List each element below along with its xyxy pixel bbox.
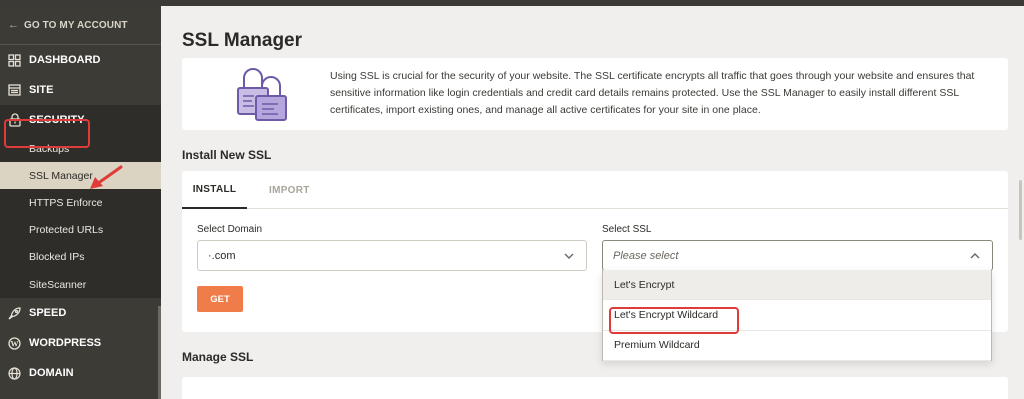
padlocks-illustration-icon: [237, 68, 287, 121]
window-icon: [6, 83, 23, 97]
install-ssl-heading: Install New SSL: [182, 148, 272, 162]
wildcard-highlight-box: [609, 307, 739, 334]
tab-import[interactable]: IMPORT: [269, 171, 310, 209]
info-text: Using SSL is crucial for the security of…: [330, 70, 975, 116]
sub-item-sitescanner[interactable]: SiteScanner: [0, 271, 161, 298]
nav-item-site[interactable]: SITE: [0, 75, 161, 105]
rocket-icon: [6, 306, 23, 320]
select-ssl-placeholder: Please select: [613, 249, 679, 262]
security-submenu: Backups SSL Manager HTTPS Enforce Protec…: [0, 135, 161, 299]
page-scrollbar[interactable]: [1019, 180, 1022, 240]
select-domain-label: Select Domain: [197, 224, 263, 235]
go-to-account-link[interactable]: ← GO TO MY ACCOUNT: [0, 6, 161, 44]
ssl-option-lets-encrypt[interactable]: Let's Encrypt: [603, 270, 991, 301]
security-highlight-box: [4, 119, 90, 148]
tab-install[interactable]: INSTALL: [182, 171, 247, 209]
svg-text:W: W: [11, 339, 19, 348]
info-banner: Using SSL is crucial for the security of…: [182, 58, 1008, 130]
globe-icon: [6, 366, 23, 380]
sub-item-https-enforce[interactable]: HTTPS Enforce: [0, 189, 161, 216]
sub-item-protected-urls[interactable]: Protected URLs: [0, 217, 161, 244]
nav-item-label: WORDPRESS: [29, 337, 102, 350]
nav-item-wordpress[interactable]: W WORDPRESS: [0, 328, 161, 358]
nav-item-speed[interactable]: SPEED: [0, 298, 161, 328]
wordpress-icon: W: [6, 336, 23, 350]
chevron-down-icon: [564, 253, 574, 259]
ssl-options-list: Let's Encrypt Let's Encrypt Wildcard Pre…: [602, 270, 992, 361]
sub-item-label: Protected URLs: [29, 224, 104, 237]
nav-item-dashboard[interactable]: DASHBOARD: [0, 45, 161, 75]
ssl-option-premium-wildcard[interactable]: Premium Wildcard: [603, 331, 991, 361]
nav-item-label: SPEED: [29, 307, 67, 320]
sub-item-ssl-manager[interactable]: SSL Manager: [0, 162, 161, 190]
chevron-up-icon: [970, 253, 980, 259]
tab-bar: INSTALL IMPORT: [182, 171, 1008, 209]
nav-item-label: DASHBOARD: [29, 54, 101, 66]
pointer-arrow-icon: [90, 165, 123, 189]
select-domain-value: ·.com: [208, 249, 236, 262]
sub-item-label: HTTPS Enforce: [29, 196, 103, 209]
page-title: SSL Manager: [182, 30, 303, 51]
grid-icon: [6, 53, 23, 67]
manage-ssl-heading: Manage SSL: [182, 350, 254, 364]
main-content: SSL Manager Using SSL is crucial for the…: [161, 6, 1024, 399]
manage-ssl-card: [182, 377, 1008, 399]
go-to-account-label: GO TO MY ACCOUNT: [24, 19, 128, 31]
get-button[interactable]: GET: [197, 286, 243, 312]
sub-item-blocked-ips[interactable]: Blocked IPs: [0, 244, 161, 271]
sub-item-label: SSL Manager: [29, 169, 93, 182]
arrow-left-icon: ←: [8, 19, 20, 31]
sidebar: ← GO TO MY ACCOUNT DASHBOARD SITE SECURI…: [0, 6, 161, 399]
sub-item-label: SiteScanner: [29, 278, 87, 291]
nav-item-label: SITE: [29, 84, 54, 96]
sub-item-label: Blocked IPs: [29, 251, 85, 264]
select-ssl-dropdown[interactable]: Please select: [602, 240, 993, 271]
select-ssl-label: Select SSL: [602, 224, 652, 235]
nav-item-label: DOMAIN: [29, 367, 74, 380]
nav-item-domain[interactable]: DOMAIN: [0, 358, 161, 388]
select-domain-dropdown[interactable]: ·.com: [197, 240, 587, 271]
